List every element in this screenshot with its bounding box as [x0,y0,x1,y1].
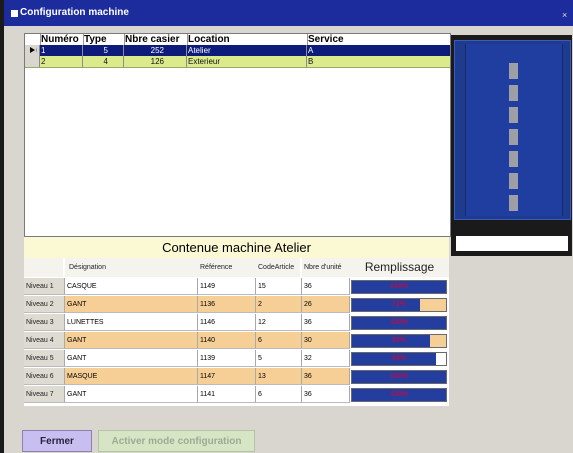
cell-service[interactable]: B [307,56,450,67]
cell-nbre-unite[interactable]: 36 [302,386,350,403]
cell-code-article[interactable]: 12 [256,314,302,331]
app-icon [10,9,19,18]
close-button[interactable]: Fermer [22,430,92,452]
close-window-icon[interactable]: × [562,10,567,20]
slot-icon [509,151,518,167]
cell-reference[interactable]: 1147 [198,368,256,385]
slot-icon [509,85,518,101]
cell-designation[interactable]: MASQUE [65,368,198,385]
cell-numero[interactable]: 2 [40,56,83,67]
cell-designation[interactable]: GANT [65,332,198,349]
cell-reference[interactable]: 1140 [198,332,256,349]
fill-level-bar: 72% [351,298,447,312]
col-service[interactable]: Service [307,34,450,45]
levels-header-corner [24,258,63,277]
fill-level-bar: 83% [351,334,447,348]
cell-location[interactable]: Exterieur [187,56,307,67]
cell-nbre-unite[interactable]: 36 [302,314,350,331]
cell-reference[interactable]: 1139 [198,350,256,367]
machine-preview [454,40,571,220]
cell-designation[interactable]: CASQUE [65,278,198,295]
machines-header: Numéro Type Nbre casier Location Service [25,34,450,45]
cell-nbre-unite[interactable]: 26 [302,296,350,313]
cell-casiers[interactable]: 126 [124,56,187,67]
cell-nbre-unite[interactable]: 36 [302,278,350,295]
cell-reference[interactable]: 1149 [198,278,256,295]
cell-designation[interactable]: LUNETTES [65,314,198,331]
col-remplissage: Remplissage [350,258,449,277]
fill-level-label: 100% [390,373,408,380]
cell-niveau: Niveau 1 [24,278,65,295]
row-selector[interactable] [25,56,40,67]
cell-numero[interactable]: 1 [40,45,83,56]
cell-service[interactable]: A [307,45,450,56]
col-location[interactable]: Location [187,34,308,45]
fill-level-bar: 100% [351,370,447,384]
fill-level-bar: 100% [351,316,447,330]
machine-preview-base [456,236,568,251]
cell-reference[interactable]: 1141 [198,386,256,403]
slot-icon [509,173,518,189]
window-title: Configuration machine [20,7,129,18]
fill-level-bar: 100% [351,280,447,294]
fill-level-label: 100% [390,391,408,398]
content-title: Contenue machine Atelier [24,237,449,258]
col-nbre-casier[interactable]: Nbre casier [124,34,188,45]
machine-body [465,44,563,216]
cell-niveau: Niveau 5 [24,350,65,367]
configuration-window: Configuration machine × Numéro Type Nbre… [4,0,573,453]
title-bar[interactable]: Configuration machine × [4,0,573,26]
cell-code-article[interactable]: 13 [256,368,302,385]
cell-designation[interactable]: GANT [65,386,198,403]
cell-code-article[interactable]: 15 [256,278,302,295]
col-nbre-unite: Nbre d'unité [302,258,352,277]
slot-icon [509,129,518,145]
config-mode-button[interactable]: Activer mode configuration [98,430,255,452]
cell-niveau: Niveau 7 [24,386,65,403]
cell-nbre-unite[interactable]: 36 [302,368,350,385]
fill-level-label: 100% [390,283,408,290]
col-type[interactable]: Type [83,34,125,45]
cell-niveau: Niveau 2 [24,296,65,313]
current-row-icon [30,47,37,53]
cell-niveau: Niveau 6 [24,368,65,385]
cell-nbre-unite[interactable]: 32 [302,350,350,367]
machine-row[interactable]: 2 4 126 Exterieur B [25,56,450,68]
col-designation: Désignation [65,258,199,277]
cell-niveau: Niveau 4 [24,332,65,349]
col-numero[interactable]: Numéro [40,34,84,45]
cell-reference[interactable]: 1146 [198,314,256,331]
cell-type[interactable]: 4 [83,56,124,67]
fill-level-bar: 89% [351,352,447,366]
cell-code-article[interactable]: 5 [256,350,302,367]
fill-level-label: 83% [391,337,406,344]
fill-level-label: 72% [391,301,406,308]
cell-location[interactable]: Atelier [187,45,307,56]
slot-icon [509,107,518,123]
fill-level-bar: 100% [351,388,447,402]
cell-type[interactable]: 5 [83,45,124,56]
cell-designation[interactable]: GANT [65,296,198,313]
fill-level-label: 89% [391,355,406,362]
cell-casiers[interactable]: 252 [124,45,187,56]
cell-reference[interactable]: 1136 [198,296,256,313]
machines-grid[interactable]: Numéro Type Nbre casier Location Service… [24,33,451,237]
cell-designation[interactable]: GANT [65,350,198,367]
slot-icon [509,195,518,211]
slot-icon [509,63,518,79]
cell-niveau: Niveau 3 [24,314,65,331]
row-selector[interactable] [25,45,40,56]
levels-table: Désignation Référence CodeArticle Nbre d… [24,258,449,406]
cell-nbre-unite[interactable]: 30 [302,332,350,349]
row-selector-header [25,34,41,45]
fill-level-label: 100% [390,319,408,326]
col-code-article: CodeArticle [256,258,300,277]
cell-code-article[interactable]: 6 [256,386,302,403]
cell-code-article[interactable]: 6 [256,332,302,349]
machine-row[interactable]: 1 5 252 Atelier A [25,45,450,56]
cell-code-article[interactable]: 2 [256,296,302,313]
